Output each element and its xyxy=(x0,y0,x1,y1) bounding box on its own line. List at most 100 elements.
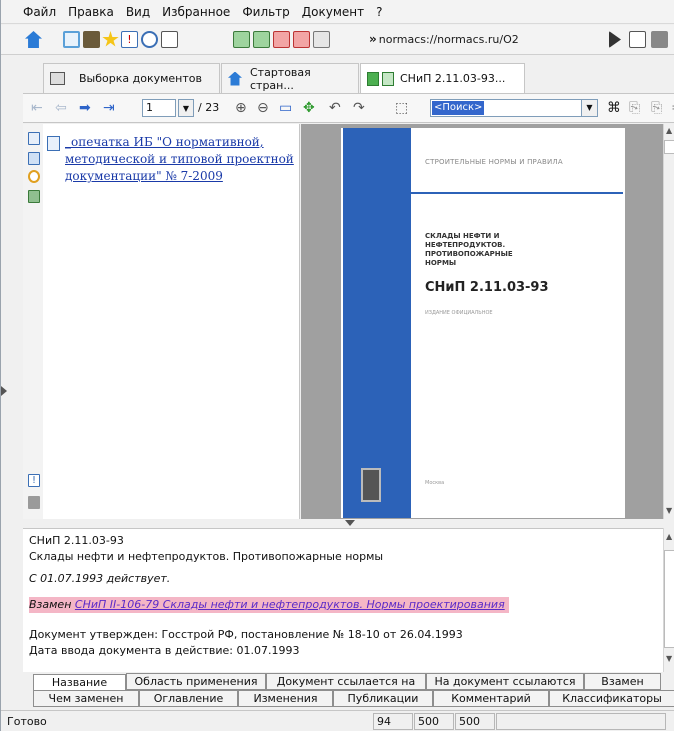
rotate-left-icon[interactable]: ↶ xyxy=(329,100,341,116)
related-doc-link[interactable]: _опечатка ИБ "О нормативной, методическо… xyxy=(65,134,295,185)
status-cell-2: 500 xyxy=(414,713,454,730)
info-replaces-link[interactable]: СНиП II-106-79 Склады нефти и нефтепроду… xyxy=(75,598,505,611)
info-approved: Документ утвержден: Госстрой РФ, постано… xyxy=(29,628,463,641)
cover-title: СКЛАДЫ НЕФТИ И НЕФТЕПРОДУКТОВ. ПРОТИВОПО… xyxy=(425,232,513,267)
doc-green-icon xyxy=(382,71,394,86)
cover-blue-stripe xyxy=(343,128,411,518)
history-icon[interactable] xyxy=(141,31,158,48)
expand-arrow-icon[interactable] xyxy=(1,386,7,396)
cover-header: СТРОИТЕЛЬНЫЕ НОРМЫ И ПРАВИЛА xyxy=(425,158,563,166)
cover-rule xyxy=(411,192,623,194)
page-total: / 23 xyxy=(198,101,220,114)
select-area-icon[interactable]: ⬚ xyxy=(395,100,408,116)
status-text: Готово xyxy=(7,715,47,728)
binoculars-icon[interactable] xyxy=(83,31,100,48)
tab-scope[interactable]: Область применения xyxy=(126,673,266,690)
scroll-thumb[interactable] xyxy=(664,550,674,648)
list-icon[interactable] xyxy=(28,132,40,145)
printer-icon xyxy=(50,72,65,85)
status-bar: Готово 94 500 500 xyxy=(1,710,674,731)
doc-green-icon[interactable] xyxy=(233,31,250,48)
tab-document-selection[interactable]: Выборка документов xyxy=(43,63,220,93)
menu-file[interactable]: Файл xyxy=(23,5,56,19)
notice-icon[interactable]: ! xyxy=(28,474,40,487)
scroll-down-icon[interactable]: ▼ xyxy=(666,654,672,663)
home-icon[interactable] xyxy=(25,31,42,48)
scroll-down-icon[interactable]: ▼ xyxy=(666,506,672,515)
clock-icon[interactable] xyxy=(28,170,40,183)
info-replaces-prefix: Взамен xyxy=(29,598,72,611)
monitor-icon[interactable] xyxy=(161,31,178,48)
search-combobox[interactable]: <Поиск> ▼ xyxy=(430,99,598,117)
find-icon[interactable]: ⌘ xyxy=(607,100,621,116)
scroll-up-icon[interactable]: ▲ xyxy=(666,532,672,541)
next-page-icon[interactable]: ➡ xyxy=(79,100,91,116)
doc-green-2-icon[interactable] xyxy=(253,31,270,48)
menu-bar: Файл Правка Вид Избранное Фильтр Докумен… xyxy=(1,0,674,24)
info-scrollbar[interactable]: ▲ ▼ xyxy=(663,528,674,672)
address-field[interactable]: » normacs://normacs.ru/O2 xyxy=(369,32,669,50)
tab-publications[interactable]: Публикации xyxy=(333,690,433,707)
tab-references[interactable]: Документ ссылается на xyxy=(266,673,426,690)
tab-label: Стартовая стран... xyxy=(249,65,311,92)
tab-referenced-by[interactable]: На документ ссылаются xyxy=(426,673,584,690)
menu-favorites[interactable]: Избранное xyxy=(162,5,230,19)
last-page-icon[interactable]: ⇥ xyxy=(103,100,115,116)
status-cell-1: 94 xyxy=(373,713,413,730)
image-icon[interactable] xyxy=(28,190,40,203)
star-icon[interactable] xyxy=(102,31,119,47)
tab-name[interactable]: Название xyxy=(33,674,126,691)
document-info-pane: СНиП 2.11.03-93 Склады нефти и нефтепрод… xyxy=(23,528,663,672)
collapse-arrow-icon[interactable] xyxy=(345,520,355,526)
cover-emblem xyxy=(361,468,381,502)
menu-filter[interactable]: Фильтр xyxy=(242,5,289,19)
related-docs-pane: _опечатка ИБ "О нормативной, методическо… xyxy=(43,124,300,519)
first-page-icon[interactable]: ⇤ xyxy=(31,100,43,116)
fit-page-icon[interactable]: ✥ xyxy=(303,100,315,116)
search-value: <Поиск> xyxy=(432,101,485,115)
zoom-in-icon[interactable]: ⊕ xyxy=(235,100,247,116)
info-name: Склады нефти и нефтепродуктов. Противопо… xyxy=(29,550,384,563)
find-next-icon[interactable]: ⎘ xyxy=(651,100,662,116)
search-dropdown-button[interactable]: ▼ xyxy=(581,100,597,116)
tab-start-page[interactable]: Стартовая стран... xyxy=(221,63,359,93)
tab-snip-2-11-03-93[interactable]: СНиП 2.11.03-93... xyxy=(360,63,525,93)
doc-nav-toolbar: ⇤ ⇦ ➡ ⇥ 1 ▼ / 23 ⊕ ⊖ ▭ ✥ ↶ ↷ ⬚ <Поиск> ▼… xyxy=(23,93,674,123)
scroll-up-icon[interactable]: ▲ xyxy=(666,126,672,135)
zoom-out-icon[interactable]: ⊖ xyxy=(257,100,269,116)
tab-comment[interactable]: Комментарий xyxy=(433,690,549,707)
document-icon[interactable] xyxy=(28,152,40,165)
tab-replaces[interactable]: Взамен xyxy=(584,673,661,690)
page-gray-icon[interactable] xyxy=(28,496,40,509)
tab-contents[interactable]: Оглавление xyxy=(139,690,238,707)
doc-gray-icon[interactable] xyxy=(313,31,330,48)
tab-classifiers[interactable]: Классификаторы xyxy=(549,690,674,707)
document-tabs: Выборка документов Стартовая стран... СН… xyxy=(23,63,674,93)
prev-page-icon[interactable]: ⇦ xyxy=(55,100,67,116)
info-icon[interactable]: ! xyxy=(121,31,138,48)
menu-document[interactable]: Документ xyxy=(302,5,364,19)
tab-changes[interactable]: Изменения xyxy=(238,690,333,707)
app-window: Файл Правка Вид Избранное Фильтр Докумен… xyxy=(0,0,674,731)
page-number-input[interactable]: 1 xyxy=(142,99,176,117)
left-icon-column: ! xyxy=(1,124,43,519)
copy-icon[interactable] xyxy=(629,31,646,48)
pages-icon[interactable] xyxy=(651,31,668,48)
fit-width-icon[interactable]: ▭ xyxy=(279,100,292,116)
menu-help[interactable]: ? xyxy=(376,5,382,19)
tab-label: СНиП 2.11.03-93... xyxy=(400,72,506,85)
menu-edit[interactable]: Правка xyxy=(68,5,114,19)
page-dropdown-button[interactable]: ▼ xyxy=(178,99,194,117)
viewer-scrollbar[interactable]: ▲ ▼ xyxy=(663,124,674,519)
menu-view[interactable]: Вид xyxy=(126,5,150,19)
find-prev-icon[interactable]: ⎘ xyxy=(629,100,640,116)
tree-icon[interactable] xyxy=(63,31,80,48)
rotate-right-icon[interactable]: ↷ xyxy=(353,100,365,116)
address-prefix: » xyxy=(369,32,377,46)
tab-replaced-by[interactable]: Чем заменен xyxy=(33,690,139,707)
doc-red-2-icon[interactable] xyxy=(293,31,310,48)
doc-red-icon[interactable] xyxy=(273,31,290,48)
document-viewer: СТРОИТЕЛЬНЫЕ НОРМЫ И ПРАВИЛА СКЛАДЫ НЕФТ… xyxy=(301,124,663,526)
scroll-thumb[interactable] xyxy=(664,140,674,154)
cover-city: Москва xyxy=(425,480,445,486)
